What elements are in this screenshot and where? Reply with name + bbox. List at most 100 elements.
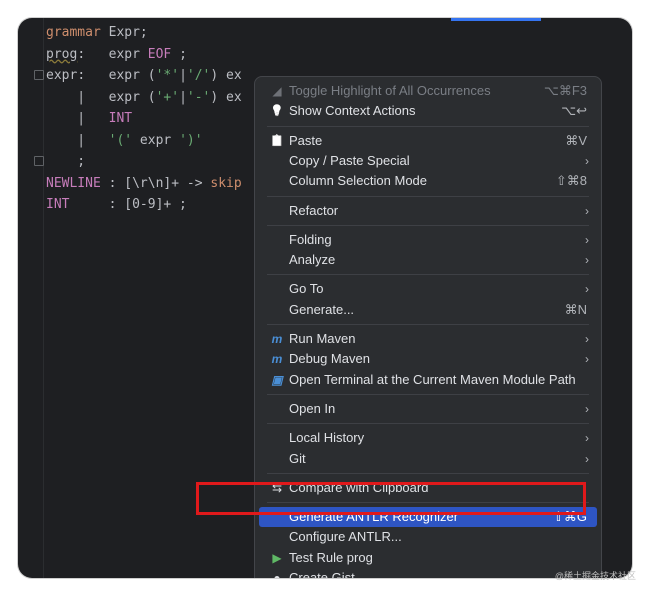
code-token: NEWLINE bbox=[46, 175, 101, 191]
menu-separator bbox=[267, 423, 589, 425]
code-line[interactable]: prog: expr EOF ; bbox=[46, 44, 242, 66]
menu-item-label: Debug Maven bbox=[289, 351, 370, 367]
code-token: '/' bbox=[186, 68, 211, 83]
menu-item-test-rule-prog[interactable]: ▶ Test Rule prog bbox=[259, 548, 597, 568]
chevron-right-icon: › bbox=[585, 203, 589, 218]
code-token: ) ex bbox=[210, 68, 242, 83]
tab-accent bbox=[451, 18, 541, 21]
code-line[interactable]: | '(' expr ')' bbox=[46, 130, 242, 152]
code-line[interactable]: expr: expr ('*'|'/') ex bbox=[46, 65, 242, 87]
menu-item-refactor[interactable]: Refactor › bbox=[259, 201, 597, 221]
menu-item-configure-antlr[interactable]: Configure ANTLR... bbox=[259, 527, 597, 547]
code-token: ; bbox=[171, 46, 187, 62]
menu-item-label: Paste bbox=[289, 132, 323, 148]
menu-item-open-terminal-at-the-current-maven-module-path[interactable]: ▣ Open Terminal at the Current Maven Modu… bbox=[259, 370, 597, 390]
code-line[interactable]: ; bbox=[46, 151, 242, 173]
menu-item-label: Go To bbox=[289, 281, 324, 297]
menu-separator bbox=[267, 224, 589, 226]
chevron-right-icon: › bbox=[585, 282, 589, 297]
menu-item-label: Create Gist... bbox=[289, 570, 366, 578]
code-line[interactable]: NEWLINE : [\r\n]+ -> skip bbox=[46, 173, 242, 195]
code-line[interactable]: grammar Expr; bbox=[46, 22, 242, 44]
menu-item-show-context-actions[interactable]: 💡 Show Context Actions ⌥↩ bbox=[259, 101, 597, 121]
code-token: '*' bbox=[155, 68, 180, 83]
menu-item-label: Column Selection Mode bbox=[289, 173, 428, 189]
menu-item-git[interactable]: Git › bbox=[259, 449, 597, 469]
chevron-right-icon: › bbox=[585, 352, 589, 367]
maven-terminal-icon: ▣ bbox=[271, 372, 283, 387]
chevron-right-icon: › bbox=[585, 451, 589, 466]
code-token: | bbox=[179, 68, 187, 83]
menu-item-column-selection-mode[interactable]: Column Selection Mode ⇧⌘8 bbox=[259, 171, 597, 191]
menu-separator bbox=[267, 274, 589, 276]
code-line[interactable]: | expr ('+'|'-') ex bbox=[46, 87, 242, 109]
menu-item-label: Open In bbox=[289, 400, 336, 416]
menu-item-label: Local History bbox=[289, 430, 365, 446]
code-token: : expr ( bbox=[77, 68, 156, 83]
code-token: '+' bbox=[155, 89, 180, 105]
menu-item-label: Show Context Actions bbox=[289, 103, 416, 119]
code-token: : [0-9]+ ; bbox=[69, 197, 187, 212]
code-token: INT bbox=[46, 197, 70, 212]
maven-icon: m bbox=[271, 332, 283, 346]
menu-item-label: Git bbox=[289, 450, 306, 466]
menu-item-copy-paste-special[interactable]: Copy / Paste Special › bbox=[259, 151, 597, 171]
code-token: | bbox=[46, 132, 109, 148]
run-icon: ▶ bbox=[272, 550, 282, 565]
menu-separator bbox=[267, 324, 589, 325]
code-token: skip bbox=[210, 175, 242, 191]
menu-item-label: Open Terminal at the Current Maven Modul… bbox=[289, 371, 576, 387]
menu-item-run-maven[interactable]: m Run Maven › bbox=[259, 329, 597, 349]
code-token: Expr; bbox=[100, 25, 148, 40]
menu-item-debug-maven[interactable]: m Debug Maven › bbox=[259, 349, 597, 369]
menu-item-analyze[interactable]: Analyze › bbox=[259, 250, 597, 270]
code-token: '-' bbox=[186, 89, 211, 105]
maven-debug-icon: m bbox=[271, 352, 283, 367]
menu-item-label: Analyze bbox=[289, 252, 336, 268]
menu-separator bbox=[267, 125, 589, 127]
code-token: ) ex bbox=[210, 89, 242, 105]
menu-item-shortcut: ⌥↩ bbox=[561, 103, 587, 119]
chevron-right-icon: › bbox=[585, 153, 589, 168]
menu-item-local-history[interactable]: Local History › bbox=[259, 428, 597, 448]
code-token: expr bbox=[132, 132, 180, 148]
highlight-annotation-box bbox=[196, 482, 586, 515]
chevron-right-icon: › bbox=[585, 332, 589, 346]
code-token: | bbox=[179, 89, 187, 105]
code-token: grammar bbox=[46, 25, 101, 40]
menu-separator bbox=[267, 393, 589, 395]
menu-item-label: Copy / Paste Special bbox=[289, 152, 410, 168]
chevron-right-icon: › bbox=[585, 431, 589, 446]
chevron-right-icon: › bbox=[585, 253, 589, 268]
code-editor[interactable]: grammar Expr; prog: expr EOF ; expr: expr … bbox=[46, 22, 242, 216]
code-token: | expr ( bbox=[46, 89, 156, 105]
menu-item-shortcut: ⇧⌘8 bbox=[555, 173, 587, 189]
menu-item-create-gist[interactable]: ● Create Gist... bbox=[259, 568, 597, 578]
menu-item-label: Test Rule prog bbox=[289, 549, 373, 565]
code-token: EOF bbox=[147, 46, 172, 62]
menu-item-shortcut: ⌘V bbox=[565, 132, 587, 148]
menu-item-label: Generate... bbox=[289, 301, 355, 317]
watermark: @稀土掘金技术社区 bbox=[554, 571, 636, 581]
code-token: INT bbox=[108, 111, 133, 126]
bulb-icon: 💡 bbox=[270, 105, 284, 118]
menu-item-toggle-highlight-of-all-occurrences: ◢ Toggle Highlight of All Occurrences ⌥⌘F3 bbox=[259, 81, 597, 101]
chevron-right-icon: › bbox=[585, 232, 589, 247]
code-line[interactable]: | INT bbox=[46, 108, 242, 130]
menu-item-label: Run Maven bbox=[289, 331, 356, 346]
fold-icon[interactable] bbox=[34, 156, 44, 166]
menu-item-generate[interactable]: Generate... ⌘N bbox=[259, 300, 597, 320]
menu-item-folding[interactable]: Folding › bbox=[259, 230, 597, 250]
github-icon: ● bbox=[273, 571, 281, 578]
code-token: | bbox=[46, 111, 109, 126]
menu-item-paste[interactable]: 📋 Paste ⌘V bbox=[259, 131, 597, 151]
code-token: : expr bbox=[77, 46, 148, 62]
chevron-right-icon: › bbox=[585, 401, 589, 416]
code-line[interactable]: INT : [0-9]+ ; bbox=[46, 194, 242, 216]
fold-icon[interactable] bbox=[34, 70, 44, 80]
menu-item-open-in[interactable]: Open In › bbox=[259, 399, 597, 419]
editor-gutter bbox=[43, 18, 44, 578]
clipboard-icon: 📋 bbox=[270, 134, 284, 147]
menu-separator bbox=[267, 195, 589, 197]
menu-item-go-to[interactable]: Go To › bbox=[259, 279, 597, 299]
